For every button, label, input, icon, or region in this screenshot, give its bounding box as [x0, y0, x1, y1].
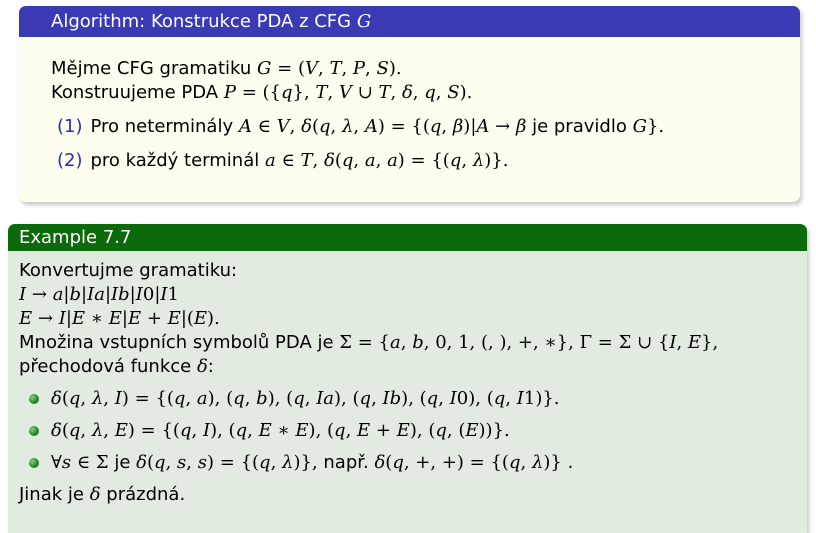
- example-block: Example 7.7 Konvertujme gramatiku: I → a…: [8, 224, 807, 533]
- bullet-icon: [29, 426, 39, 436]
- enum-number: (2): [57, 150, 83, 171]
- algorithm-body: Mějme CFG gramatiku G = (V, T, P, S). Ko…: [19, 37, 800, 173]
- example-rule-i: I → a|b|Ia|Ib|I0|I1: [19, 284, 179, 305]
- example-transition-label: přechodová funkce δ:: [19, 356, 214, 377]
- example-symbols: Množina vstupních symbolů PDA je Σ = {a,…: [19, 332, 719, 353]
- bullet-icon: [29, 394, 39, 404]
- example-intro: Konvertujme gramatiku:: [19, 260, 238, 281]
- example-rule-e: E → I|E ∗ E|E + E|(E).: [19, 308, 220, 329]
- bullet-item: ∀s ∈ Σ je δ(q, s, s) = {(q, λ)}, např. δ…: [19, 451, 807, 475]
- algorithm-title: Algorithm: Konstrukce PDA z CFG G: [19, 6, 800, 37]
- algorithm-block: Algorithm: Konstrukce PDA z CFG G Mějme …: [19, 6, 800, 202]
- bullet-icon: [29, 458, 39, 468]
- enum-number: (1): [57, 116, 83, 137]
- algorithm-item-2: (2) pro každý terminál a ∈ T, δ(q, a, a) …: [57, 150, 509, 171]
- algorithm-line-pda: Konstruujeme PDA P = ({q}, T, V ∪ T, δ, …: [51, 82, 473, 103]
- algorithm-line-grammar: Mějme CFG gramatiku G = (V, T, P, S).: [51, 58, 402, 79]
- example-closing: Jinak je δ prázdná.: [19, 484, 186, 505]
- example-body: Konvertujme gramatiku: I → a|b|Ia|Ib|I0|…: [8, 251, 807, 507]
- algorithm-item-1: (1) Pro neterminály A ∈ V, δ(q, λ, A) = {…: [57, 116, 665, 137]
- bullet-item: δ(q, λ, E) = {(q, I), (q, E ∗ E), (q, E …: [19, 419, 807, 443]
- example-title: Example 7.7: [8, 224, 807, 251]
- bullet-item: δ(q, λ, I) = {(q, a), (q, b), (q, Ia), (…: [19, 387, 807, 411]
